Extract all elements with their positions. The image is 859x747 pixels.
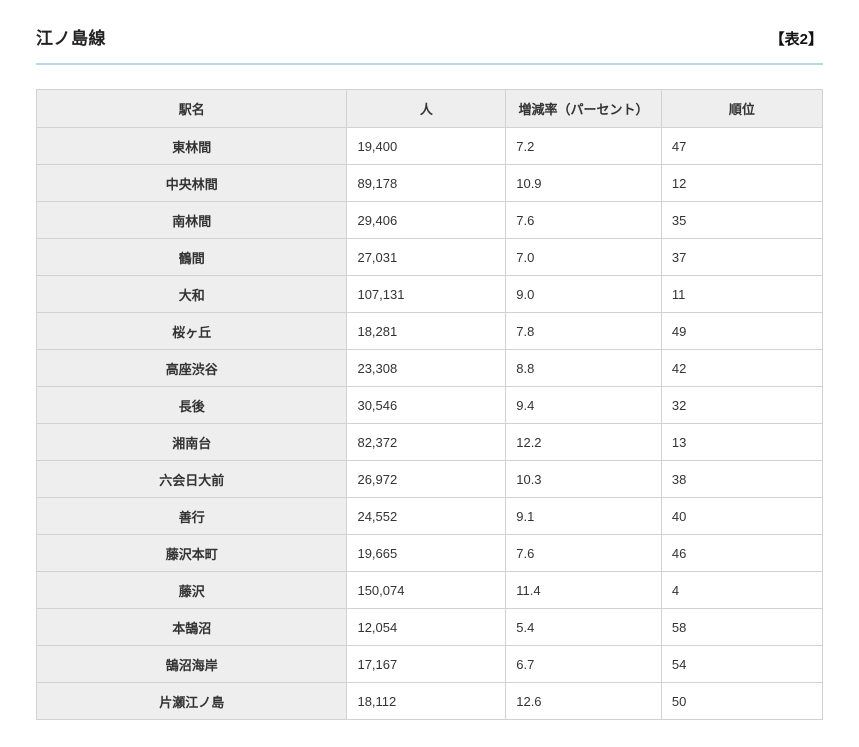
station-name-cell: 長後	[37, 387, 347, 424]
rank-cell: 4	[661, 572, 822, 609]
change-rate-cell: 9.1	[506, 498, 662, 535]
station-name-cell: 片瀬江ノ島	[37, 683, 347, 720]
change-rate-cell: 12.2	[506, 424, 662, 461]
rank-cell: 35	[661, 202, 822, 239]
station-name-cell: 藤沢	[37, 572, 347, 609]
table-row: 南林間29,4067.635	[37, 202, 823, 239]
table-row: 片瀬江ノ島18,11212.650	[37, 683, 823, 720]
table-body: 東林間19,4007.247中央林間89,17810.912南林間29,4067…	[37, 128, 823, 720]
people-cell: 19,665	[347, 535, 506, 572]
page-title: 江ノ島線	[36, 24, 106, 49]
rank-cell: 54	[661, 646, 822, 683]
title-bar: 江ノ島線 【表2】	[36, 24, 823, 49]
change-rate-cell: 11.4	[506, 572, 662, 609]
rank-cell: 58	[661, 609, 822, 646]
table-row: 長後30,5469.432	[37, 387, 823, 424]
change-rate-cell: 7.2	[506, 128, 662, 165]
rank-cell: 37	[661, 239, 822, 276]
change-rate-cell: 8.8	[506, 350, 662, 387]
people-cell: 27,031	[347, 239, 506, 276]
people-cell: 19,400	[347, 128, 506, 165]
people-cell: 30,546	[347, 387, 506, 424]
rank-cell: 32	[661, 387, 822, 424]
table-row: 六会日大前26,97210.338	[37, 461, 823, 498]
table-number-label: 【表2】	[770, 28, 823, 49]
station-name-cell: 藤沢本町	[37, 535, 347, 572]
table-row: 善行24,5529.140	[37, 498, 823, 535]
rank-cell: 42	[661, 350, 822, 387]
people-cell: 23,308	[347, 350, 506, 387]
station-name-cell: 中央林間	[37, 165, 347, 202]
change-rate-cell: 7.8	[506, 313, 662, 350]
rank-cell: 38	[661, 461, 822, 498]
header-change-rate: 増減率（パーセント）	[506, 90, 662, 128]
table-row: 本鵠沼12,0545.458	[37, 609, 823, 646]
change-rate-cell: 5.4	[506, 609, 662, 646]
people-cell: 89,178	[347, 165, 506, 202]
change-rate-cell: 9.4	[506, 387, 662, 424]
table-row: 藤沢150,07411.44	[37, 572, 823, 609]
title-divider	[36, 63, 823, 65]
change-rate-cell: 10.3	[506, 461, 662, 498]
station-name-cell: 鶴間	[37, 239, 347, 276]
people-cell: 18,112	[347, 683, 506, 720]
station-stats-table: 駅名 人 増減率（パーセント） 順位 東林間19,4007.247中央林間89,…	[36, 89, 823, 720]
station-name-cell: 東林間	[37, 128, 347, 165]
table-header-row: 駅名 人 増減率（パーセント） 順位	[37, 90, 823, 128]
change-rate-cell: 9.0	[506, 276, 662, 313]
header-rank: 順位	[661, 90, 822, 128]
change-rate-cell: 6.7	[506, 646, 662, 683]
rank-cell: 12	[661, 165, 822, 202]
rank-cell: 40	[661, 498, 822, 535]
change-rate-cell: 7.0	[506, 239, 662, 276]
station-name-cell: 本鵠沼	[37, 609, 347, 646]
table-row: 中央林間89,17810.912	[37, 165, 823, 202]
table-row: 高座渋谷23,3088.842	[37, 350, 823, 387]
station-name-cell: 南林間	[37, 202, 347, 239]
people-cell: 24,552	[347, 498, 506, 535]
people-cell: 12,054	[347, 609, 506, 646]
station-name-cell: 大和	[37, 276, 347, 313]
rank-cell: 46	[661, 535, 822, 572]
table-row: 東林間19,4007.247	[37, 128, 823, 165]
change-rate-cell: 10.9	[506, 165, 662, 202]
station-name-cell: 六会日大前	[37, 461, 347, 498]
station-name-cell: 善行	[37, 498, 347, 535]
people-cell: 150,074	[347, 572, 506, 609]
table-row: 鵠沼海岸17,1676.754	[37, 646, 823, 683]
table-row: 大和107,1319.011	[37, 276, 823, 313]
table-row: 鶴間27,0317.037	[37, 239, 823, 276]
people-cell: 26,972	[347, 461, 506, 498]
people-cell: 17,167	[347, 646, 506, 683]
table-row: 桜ヶ丘18,2817.849	[37, 313, 823, 350]
change-rate-cell: 12.6	[506, 683, 662, 720]
people-cell: 82,372	[347, 424, 506, 461]
people-cell: 107,131	[347, 276, 506, 313]
rank-cell: 11	[661, 276, 822, 313]
header-station-name: 駅名	[37, 90, 347, 128]
station-name-cell: 高座渋谷	[37, 350, 347, 387]
rank-cell: 50	[661, 683, 822, 720]
change-rate-cell: 7.6	[506, 202, 662, 239]
station-name-cell: 桜ヶ丘	[37, 313, 347, 350]
table-header: 駅名 人 増減率（パーセント） 順位	[37, 90, 823, 128]
people-cell: 18,281	[347, 313, 506, 350]
page: 江ノ島線 【表2】 駅名 人 増減率（パーセント） 順位 東林間19,4007.…	[0, 0, 859, 747]
change-rate-cell: 7.6	[506, 535, 662, 572]
rank-cell: 49	[661, 313, 822, 350]
table-row: 藤沢本町19,6657.646	[37, 535, 823, 572]
people-cell: 29,406	[347, 202, 506, 239]
station-name-cell: 湘南台	[37, 424, 347, 461]
rank-cell: 47	[661, 128, 822, 165]
rank-cell: 13	[661, 424, 822, 461]
header-people-count: 人	[347, 90, 506, 128]
station-name-cell: 鵠沼海岸	[37, 646, 347, 683]
table-row: 湘南台82,37212.213	[37, 424, 823, 461]
